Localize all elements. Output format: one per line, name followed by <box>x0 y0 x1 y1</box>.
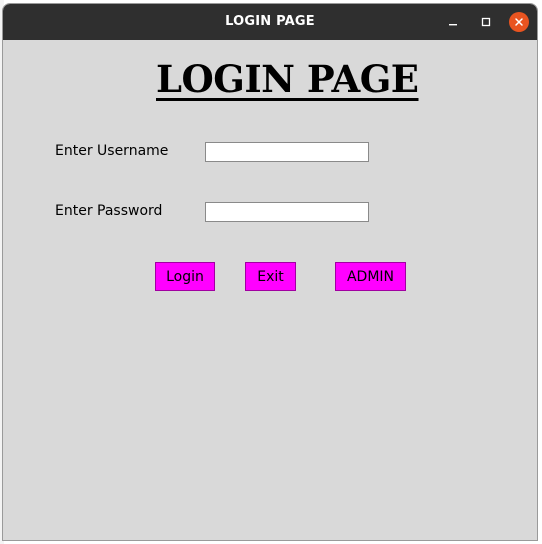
admin-button[interactable]: ADMIN <box>335 262 406 291</box>
maximize-button[interactable] <box>476 12 496 32</box>
login-form: LOGIN PAGE Enter Username Enter Password… <box>3 40 537 540</box>
close-icon <box>515 18 523 26</box>
login-button[interactable]: Login <box>155 262 215 291</box>
login-window: LOGIN PAGE LOGIN PAGE Enter Username Ent… <box>2 3 538 541</box>
password-input[interactable] <box>205 202 369 222</box>
username-input[interactable] <box>205 142 369 162</box>
username-label: Enter Username <box>55 143 169 159</box>
minimize-icon <box>449 24 457 26</box>
exit-button[interactable]: Exit <box>245 262 296 291</box>
close-button[interactable] <box>509 12 529 32</box>
page-heading: LOGIN PAGE <box>156 57 419 101</box>
minimize-button[interactable] <box>443 12 463 32</box>
title-bar: LOGIN PAGE <box>3 4 537 40</box>
password-label: Enter Password <box>55 203 163 219</box>
maximize-icon <box>481 17 491 27</box>
